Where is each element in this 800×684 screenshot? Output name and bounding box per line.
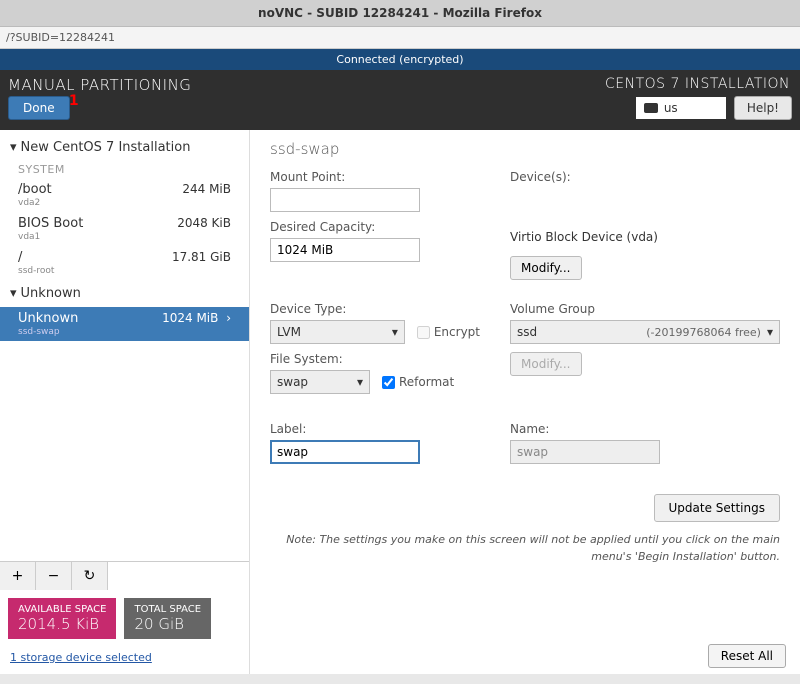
mount-point-input[interactable]: [270, 188, 420, 212]
chevron-down-icon: ▾: [10, 286, 17, 301]
volume-group-select[interactable]: ssd (-20199768064 free) ▾: [510, 320, 780, 344]
partition-form: ssd-swap Mount Point: Device(s): Desired…: [250, 130, 800, 674]
filesystem-select[interactable]: swap▾: [270, 370, 370, 394]
partition-row[interactable]: /ssd-root 17.81 GiB: [0, 246, 249, 280]
reload-button[interactable]: ↻: [72, 562, 108, 590]
reset-all-button[interactable]: Reset All: [708, 644, 786, 668]
name-input[interactable]: [510, 440, 660, 464]
partition-row[interactable]: /bootvda2 244 MiB: [0, 178, 249, 212]
encrypt-checkbox[interactable]: Encrypt: [417, 325, 480, 339]
installer-brand: CENTOS 7 INSTALLATION: [605, 76, 790, 92]
volume-group-label: Volume Group: [510, 302, 780, 316]
desired-capacity-input[interactable]: [270, 238, 420, 262]
keyboard-layout-selector[interactable]: us: [636, 97, 726, 119]
keyboard-icon: [644, 103, 658, 113]
desired-capacity-label: Desired Capacity:: [270, 220, 480, 234]
mount-point-label: Mount Point:: [270, 170, 480, 184]
chevron-down-icon: ▾: [767, 325, 773, 339]
device-type-label: Device Type:: [270, 302, 480, 316]
url-bar[interactable]: /?SUBID=12284241: [0, 27, 800, 49]
chevron-down-icon: ▾: [392, 325, 398, 339]
help-button[interactable]: Help!: [734, 96, 792, 120]
modify-devices-button[interactable]: Modify...: [510, 256, 582, 280]
partition-row[interactable]: Unknownssd-swap 1024 MiB ›: [0, 307, 249, 341]
firefox-title: noVNC - SUBID 12284241 - Mozilla Firefox: [0, 0, 800, 27]
chevron-right-icon: ›: [222, 311, 231, 325]
total-space-box: TOTAL SPACE 20 GiB: [124, 598, 211, 639]
chevron-down-icon: ▾: [10, 140, 17, 155]
system-label: SYSTEM: [0, 161, 249, 178]
done-button[interactable]: Done 1: [8, 96, 70, 120]
add-partition-button[interactable]: +: [0, 562, 36, 590]
available-space-box: AVAILABLE SPACE 2014.5 KiB: [8, 598, 116, 639]
installer-header: MANUAL PARTITIONING CENTOS 7 INSTALLATIO…: [0, 70, 800, 130]
devices-selected-link[interactable]: 1 storage device selected: [0, 647, 249, 674]
name-label: Name:: [510, 422, 780, 436]
device-type-select[interactable]: LVM▾: [270, 320, 405, 344]
settings-note: Note: The settings you make on this scre…: [270, 532, 780, 565]
form-title: ssd-swap: [270, 140, 780, 158]
chevron-down-icon: ▾: [357, 375, 363, 389]
connection-status: Connected (encrypted): [0, 49, 800, 70]
label-label: Label:: [270, 422, 480, 436]
annotation-marker: 1: [69, 93, 79, 109]
tree-section-new-install[interactable]: ▾ New CentOS 7 Installation: [0, 134, 249, 161]
modify-vg-button[interactable]: Modify...: [510, 352, 582, 376]
devices-label: Device(s):: [510, 170, 780, 184]
update-settings-button[interactable]: Update Settings: [654, 494, 781, 522]
label-input[interactable]: [270, 440, 420, 464]
partition-row[interactable]: BIOS Bootvda1 2048 KiB: [0, 212, 249, 246]
remove-partition-button[interactable]: −: [36, 562, 72, 590]
reformat-checkbox[interactable]: Reformat: [382, 375, 454, 389]
filesystem-label: File System:: [270, 352, 480, 366]
partition-sidebar: ▾ New CentOS 7 Installation SYSTEM /boot…: [0, 130, 250, 674]
device-name-text: Virtio Block Device (vda): [510, 230, 780, 244]
tree-section-unknown[interactable]: ▾ Unknown: [0, 280, 249, 307]
